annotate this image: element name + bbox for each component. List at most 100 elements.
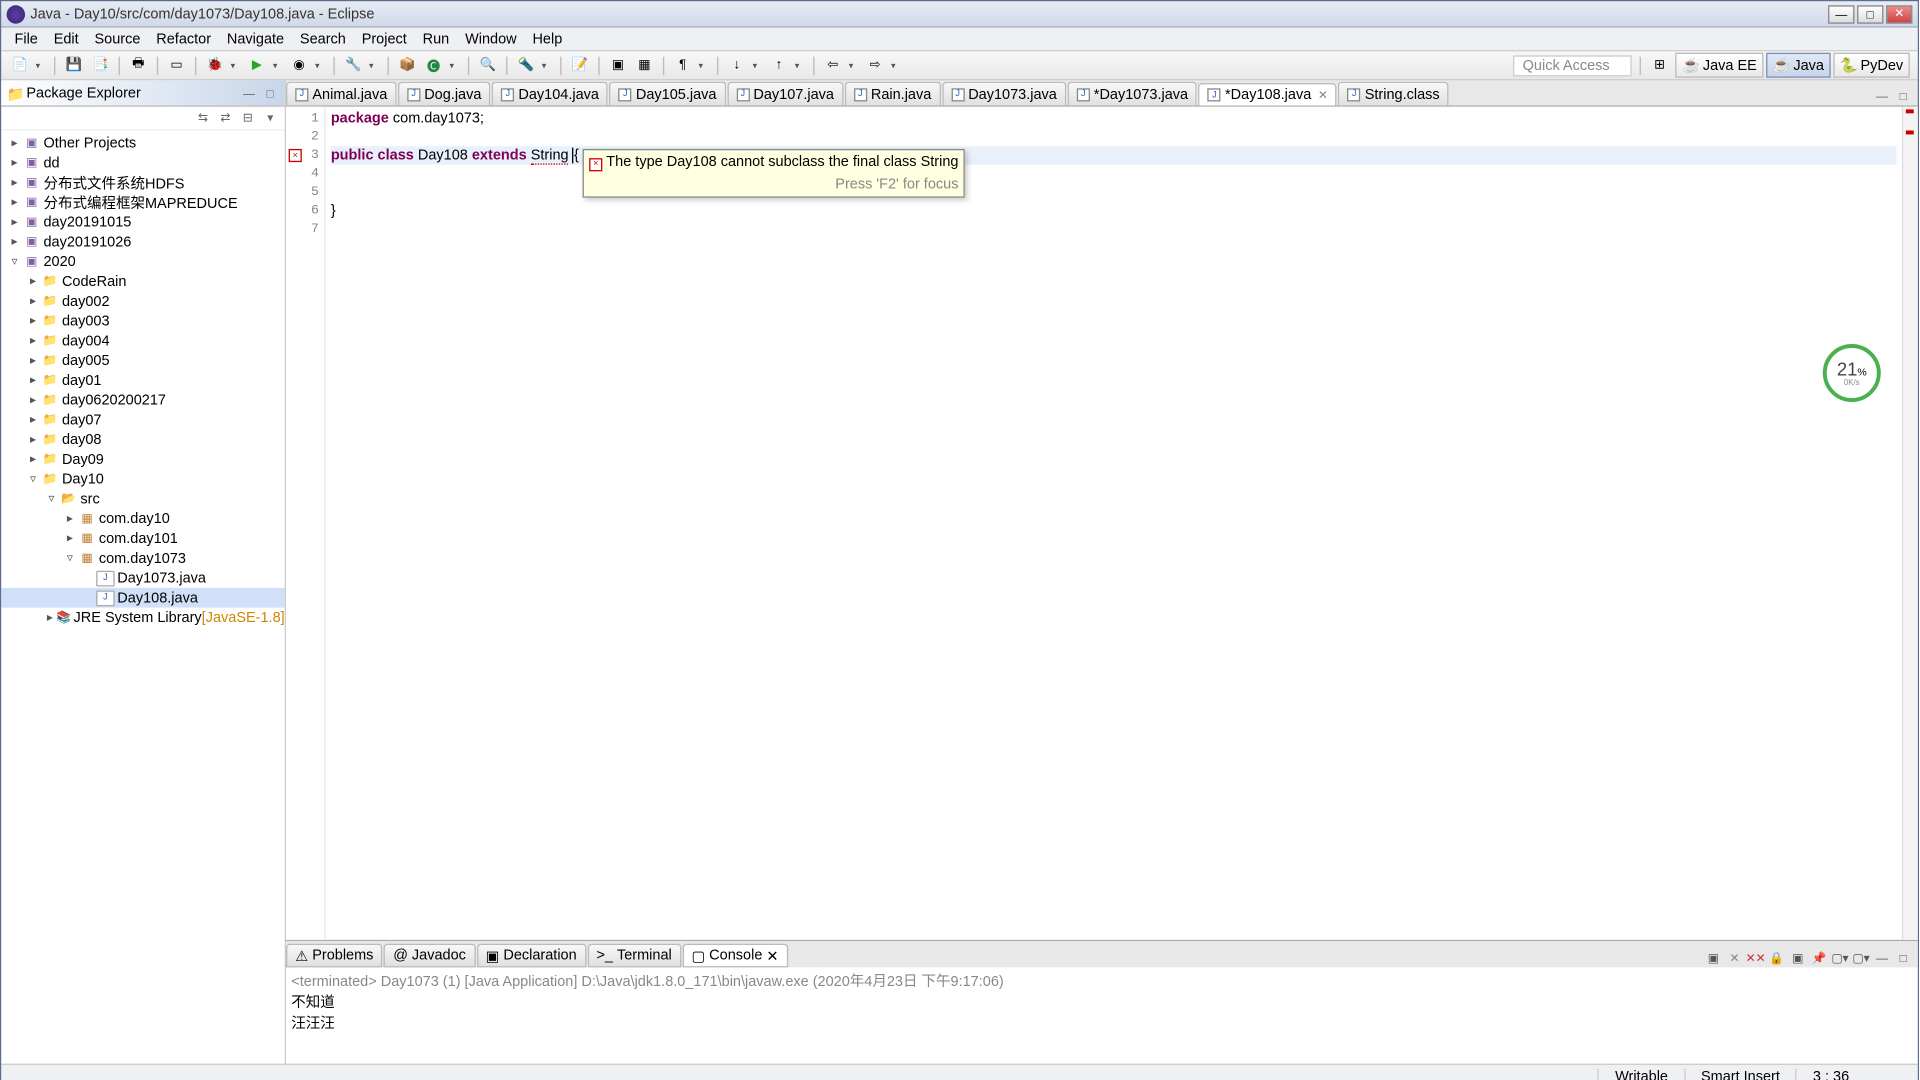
console-output[interactable]: <terminated> Day1073 (1) [Java Applicati…: [286, 967, 1918, 1063]
tree-item[interactable]: ▸📁CodeRain: [1, 272, 284, 292]
menu-help[interactable]: Help: [525, 28, 571, 49]
run-icon[interactable]: ▶: [246, 55, 267, 76]
perspective-java-ee[interactable]: ☕Java EE: [1676, 53, 1764, 78]
menu-navigate[interactable]: Navigate: [219, 28, 292, 49]
overview-ruler[interactable]: [1902, 107, 1918, 940]
console-clear-icon[interactable]: ▣: [1789, 949, 1807, 967]
open-type-icon[interactable]: 🔍: [477, 55, 498, 76]
console-close-icon[interactable]: ▣: [1704, 949, 1722, 967]
block-select-icon[interactable]: ▦: [634, 55, 655, 76]
tree-item[interactable]: ▿📁Day10: [1, 469, 284, 489]
editor-tab[interactable]: JRain.java: [845, 82, 941, 106]
editor-tab[interactable]: JDay104.java: [492, 82, 608, 106]
menu-run[interactable]: Run: [415, 28, 457, 49]
tree-item[interactable]: ▿▦com.day1073: [1, 548, 284, 568]
bottom-tab-terminal[interactable]: >_Terminal: [587, 944, 681, 968]
menu-file[interactable]: File: [7, 28, 46, 49]
tree-item[interactable]: ▸📁day07: [1, 410, 284, 430]
tree-item[interactable]: ▸▣day20191015: [1, 212, 284, 232]
console-pin-icon[interactable]: 📌: [1810, 949, 1828, 967]
tree-item[interactable]: ▸▣day20191026: [1, 232, 284, 252]
annotation-icon[interactable]: 📝: [569, 55, 590, 76]
tree-item[interactable]: ▿📂src: [1, 489, 284, 509]
quick-access-input[interactable]: Quick Access: [1513, 55, 1632, 76]
menu-refactor[interactable]: Refactor: [148, 28, 219, 49]
console-max-icon[interactable]: □: [1894, 949, 1912, 967]
link-editor-icon[interactable]: ⇄: [216, 109, 234, 127]
collapse-all-icon[interactable]: ⇆: [194, 109, 212, 127]
error-marker-icon[interactable]: ×: [289, 149, 302, 162]
next-ann-icon[interactable]: ↓: [726, 55, 747, 76]
view-maximize-icon[interactable]: □: [261, 84, 279, 102]
menu-search[interactable]: Search: [292, 28, 354, 49]
editor-min-icon[interactable]: —: [1873, 87, 1891, 105]
save-all-icon[interactable]: 📑: [90, 55, 111, 76]
package-tree[interactable]: ▸▣Other Projects▸▣dd▸▣分布式文件系统HDFS▸▣分布式编程…: [1, 130, 284, 1063]
fwd-icon[interactable]: ⇨: [865, 55, 886, 76]
tree-item[interactable]: ▿▣2020: [1, 252, 284, 272]
editor-tab[interactable]: JAnimal.java: [286, 82, 397, 106]
editor-max-icon[interactable]: □: [1894, 87, 1912, 105]
tree-item[interactable]: ▸▣Other Projects: [1, 133, 284, 153]
menu-window[interactable]: Window: [457, 28, 524, 49]
tree-item[interactable]: ▸📁day004: [1, 331, 284, 351]
tree-item[interactable]: JDay108.java: [1, 588, 284, 608]
tree-item[interactable]: ▸▣分布式编程框架MAPREDUCE: [1, 192, 284, 212]
save-icon[interactable]: 💾: [63, 55, 84, 76]
view-menu-icon[interactable]: ▾: [261, 109, 279, 127]
tree-item[interactable]: ▸📁day01: [1, 370, 284, 390]
view-minimize-icon[interactable]: —: [240, 84, 258, 102]
editor-tab[interactable]: JDog.java: [398, 82, 491, 106]
maximize-button[interactable]: □: [1857, 5, 1883, 23]
show-whitespace-icon[interactable]: ¶: [672, 55, 693, 76]
debug-icon[interactable]: 🐞: [204, 55, 225, 76]
perspective-pydev[interactable]: 🐍PyDev: [1833, 53, 1910, 78]
bottom-tab-declaration[interactable]: ▣Declaration: [476, 944, 585, 968]
tree-item[interactable]: ▸▦com.day10: [1, 509, 284, 529]
tree-item[interactable]: ▸▣dd: [1, 153, 284, 173]
bottom-tab-console[interactable]: ▢Console✕: [682, 944, 787, 968]
console-removeall-icon[interactable]: ✕✕: [1746, 949, 1764, 967]
tree-item[interactable]: ▸📁day002: [1, 291, 284, 311]
new-class-icon[interactable]: 🅒: [423, 55, 444, 76]
search-icon[interactable]: 🔦: [515, 55, 536, 76]
console-remove-icon[interactable]: ✕: [1725, 949, 1743, 967]
console-display-icon[interactable]: ▢▾: [1831, 949, 1849, 967]
bottom-tab-javadoc[interactable]: @Javadoc: [384, 944, 475, 968]
console-min-icon[interactable]: —: [1873, 949, 1891, 967]
tree-item[interactable]: JDay1073.java: [1, 568, 284, 588]
coverage-icon[interactable]: ◉: [289, 55, 310, 76]
minimize-button[interactable]: —: [1828, 5, 1854, 23]
tree-item[interactable]: ▸▣分布式文件系统HDFS: [1, 173, 284, 193]
new-icon[interactable]: 📄: [9, 55, 30, 76]
editor-tab[interactable]: J*Day108.java✕: [1199, 83, 1337, 107]
print-icon[interactable]: 🖶: [128, 55, 149, 76]
console-scroll-icon[interactable]: 🔒: [1767, 949, 1785, 967]
editor-tab[interactable]: JDay107.java: [727, 82, 843, 106]
tree-item[interactable]: ▸📚JRE System Library [JavaSE-1.8]: [1, 608, 284, 628]
build-icon[interactable]: ▭: [166, 55, 187, 76]
tree-item[interactable]: ▸📁day0620200217: [1, 390, 284, 410]
tree-item[interactable]: ▸📁day005: [1, 351, 284, 371]
editor-tab[interactable]: JDay1073.java: [942, 82, 1066, 106]
editor-tab[interactable]: JString.class: [1338, 82, 1449, 106]
console-new-icon[interactable]: ▢▾: [1852, 949, 1870, 967]
menu-source[interactable]: Source: [87, 28, 149, 49]
open-perspective-icon[interactable]: ⊞: [1649, 55, 1670, 76]
new-pkg-icon[interactable]: 📦: [397, 55, 418, 76]
close-tab-icon[interactable]: ✕: [1318, 88, 1328, 102]
back-icon[interactable]: ⇦: [822, 55, 843, 76]
tree-item[interactable]: ▸📁Day09: [1, 449, 284, 469]
toggle-mark-icon[interactable]: ▣: [608, 55, 629, 76]
code-editor[interactable]: ×The type Day108 cannot subclass the fin…: [326, 107, 1902, 940]
ext-tools-icon[interactable]: 🔧: [343, 55, 364, 76]
tree-item[interactable]: ▸▦com.day101: [1, 529, 284, 549]
close-button[interactable]: ✕: [1886, 5, 1912, 23]
editor-tab[interactable]: J*Day1073.java: [1067, 82, 1197, 106]
prev-ann-icon[interactable]: ↑: [768, 55, 789, 76]
tree-item[interactable]: ▸📁day003: [1, 311, 284, 331]
menu-edit[interactable]: Edit: [46, 28, 87, 49]
menu-project[interactable]: Project: [354, 28, 415, 49]
bottom-tab-problems[interactable]: ⚠Problems: [286, 944, 383, 968]
perspective-java[interactable]: ☕Java: [1766, 53, 1831, 78]
